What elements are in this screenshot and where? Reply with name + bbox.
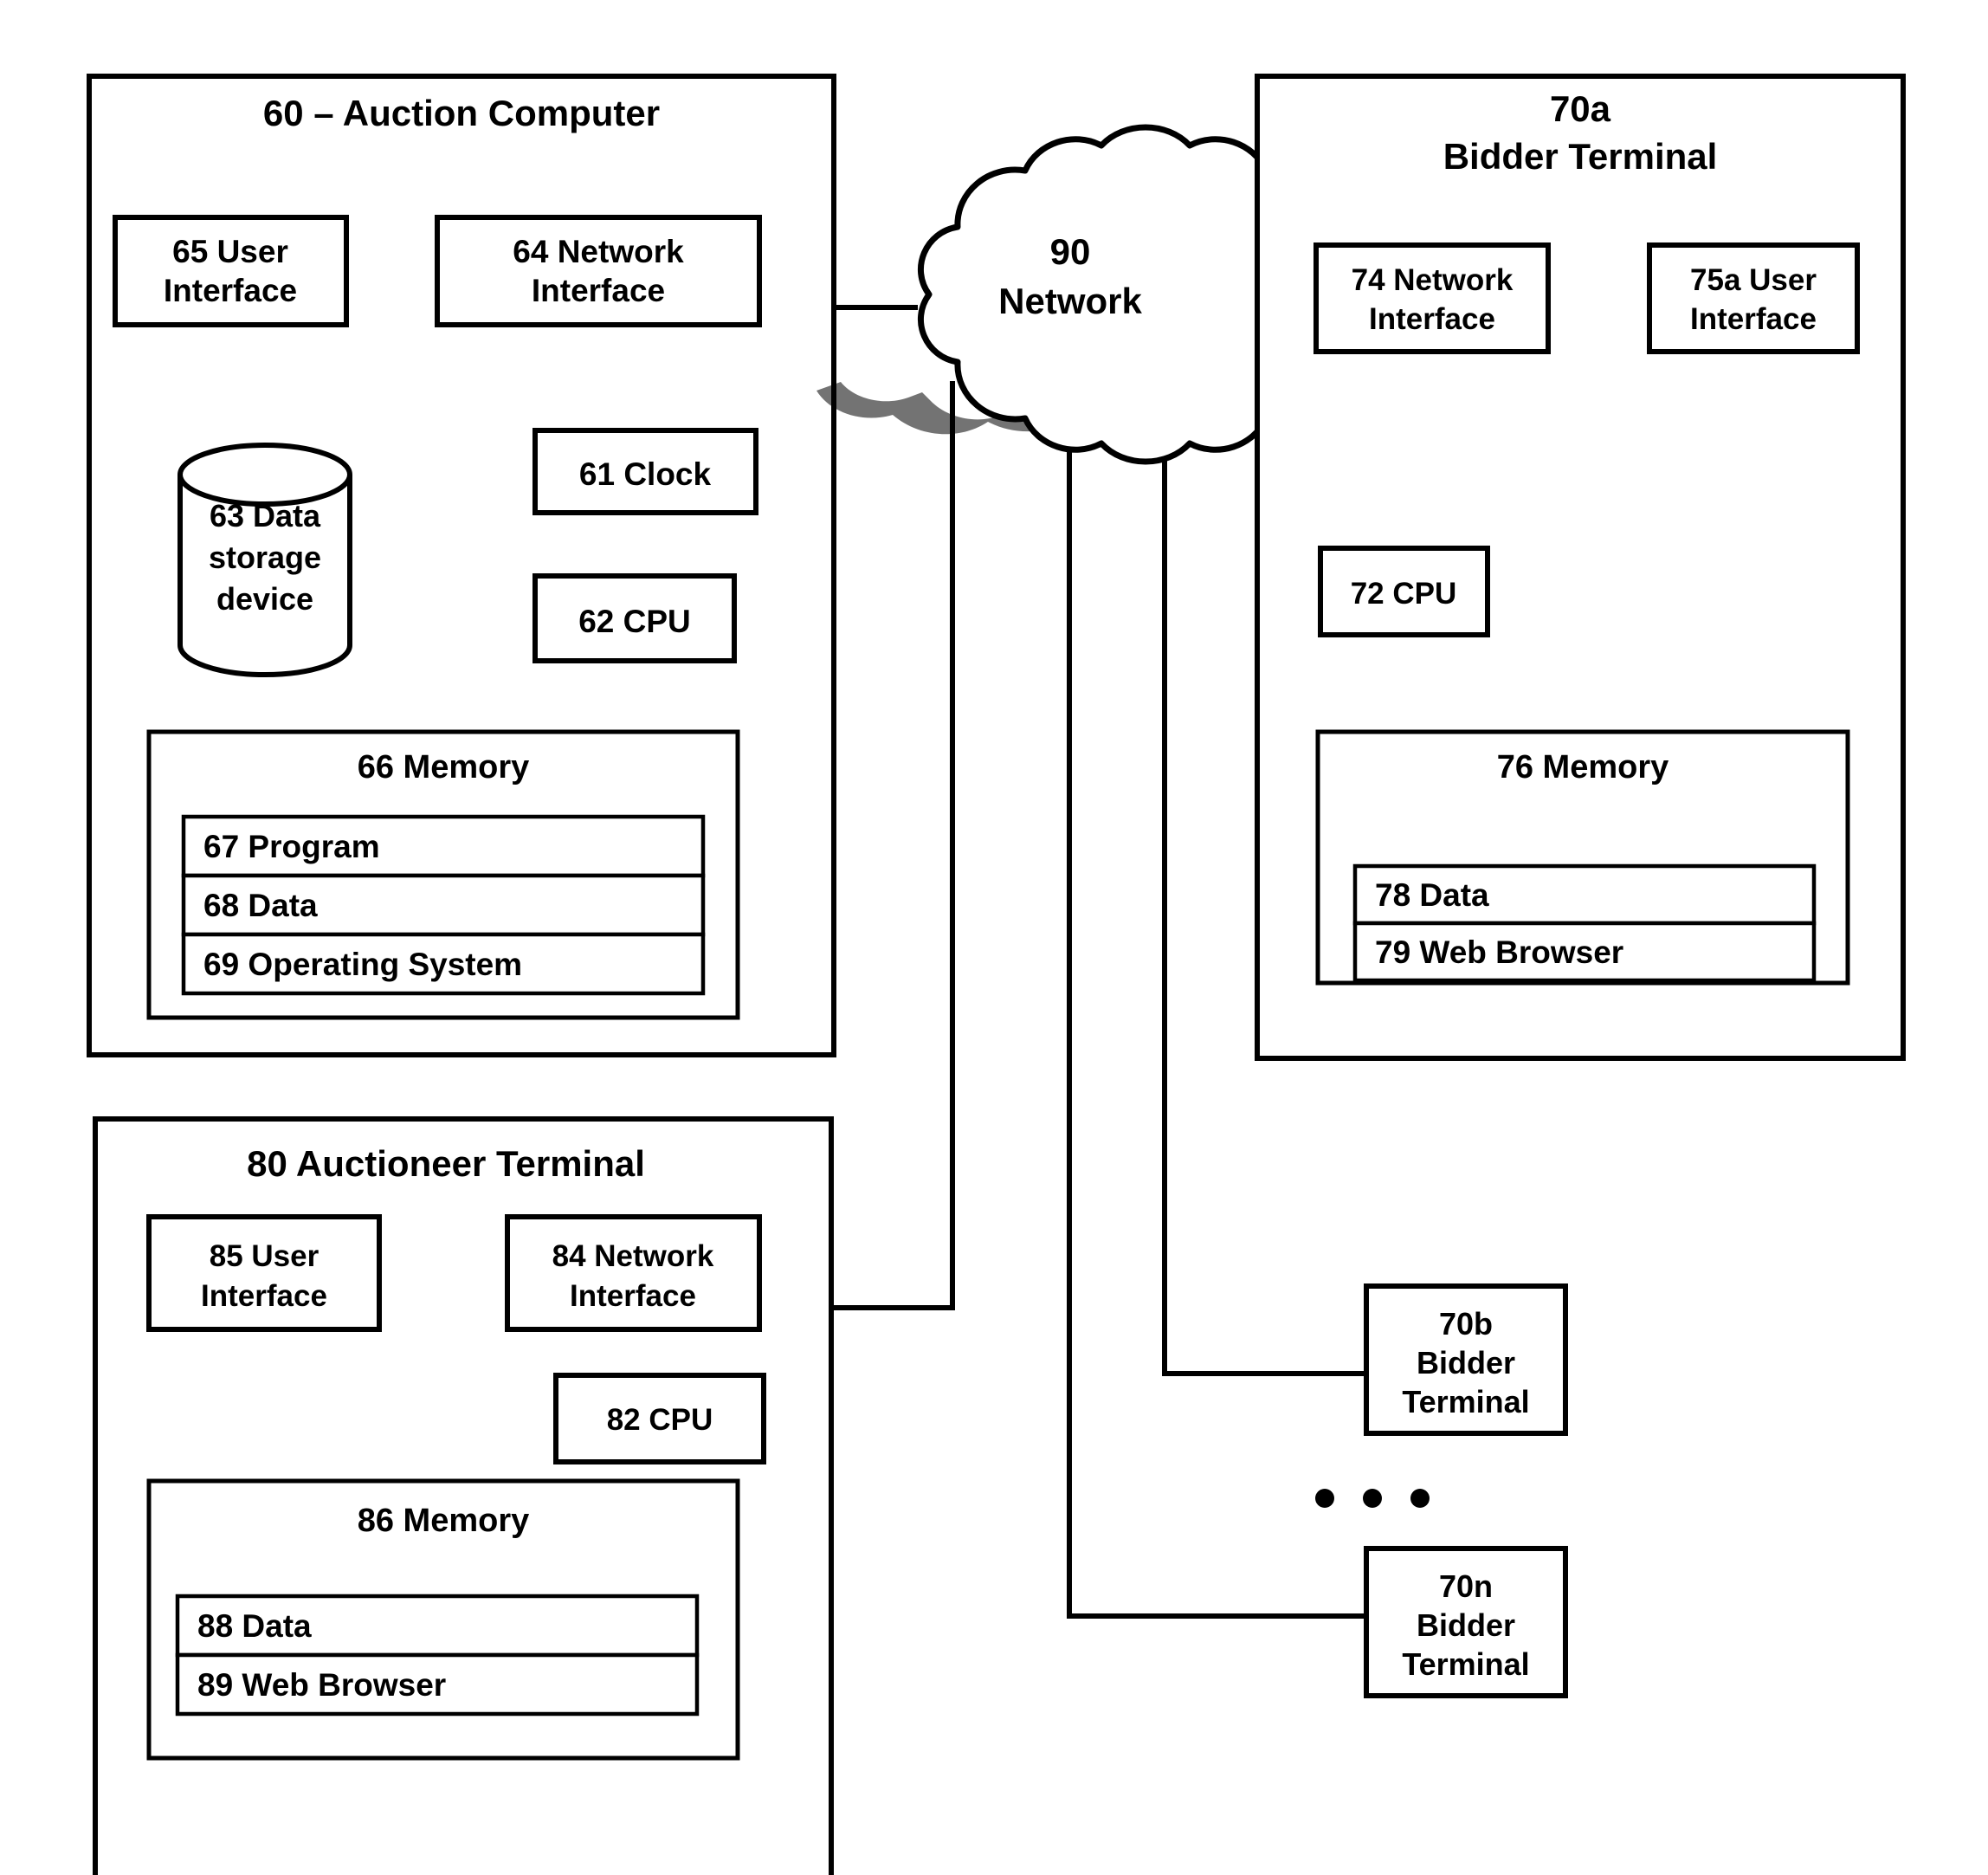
box-cpu-62-label: 62 CPU xyxy=(578,604,691,639)
box-network-interface-84[interactable]: 84 Network Interface xyxy=(505,1214,762,1332)
panel-bidder-terminal-70a: 70a Bidder Terminal 74 Network Interface… xyxy=(1255,74,1906,1061)
panel-auction-computer: 60 – Auction Computer 65 User Interface … xyxy=(87,74,836,1057)
box-bidder-terminal-70n[interactable]: 70n Bidder Terminal xyxy=(1364,1546,1568,1698)
panel-bidder-terminal-70a-title-line2: Bidder Terminal xyxy=(1443,136,1718,177)
box-memory-66-title: 66 Memory xyxy=(358,749,530,786)
ellipsis-dot-1 xyxy=(1315,1489,1334,1508)
cylinder-data-storage-63[interactable]: 63 Data storage device xyxy=(178,443,352,677)
box-cpu-72[interactable]: 72 CPU xyxy=(1318,546,1490,637)
box-user-interface-85-line2: Interface xyxy=(201,1279,327,1313)
panel-auction-computer-title: 60 – Auction Computer xyxy=(263,93,660,133)
figure-canvas: 60 – Auction Computer 65 User Interface … xyxy=(0,0,1988,1875)
box-user-interface-65-line2: Interface xyxy=(164,273,297,308)
box-bidder-terminal-70n-line1: 70n xyxy=(1439,1568,1493,1604)
memory-row-68-data-label: 68 Data xyxy=(203,888,318,923)
box-bidder-terminal-70b[interactable]: 70b Bidder Terminal xyxy=(1364,1283,1568,1436)
memory-row-89-web-browser[interactable]: 89 Web Browser xyxy=(175,1652,700,1717)
box-bidder-terminal-70b-line1: 70b xyxy=(1439,1306,1493,1342)
cloud-network-90-line2: Network xyxy=(998,281,1142,321)
box-user-interface-85-line1: 85 User xyxy=(210,1239,320,1273)
box-network-interface-74-line1: 74 Network xyxy=(1352,263,1514,297)
box-memory-86[interactable]: 86 Memory 88 Data 89 Web Browser xyxy=(146,1478,740,1761)
ellipsis-dot-3 xyxy=(1410,1489,1430,1508)
memory-row-79-web-browser[interactable]: 79 Web Browser xyxy=(1352,921,1817,983)
box-cpu-82[interactable]: 82 CPU xyxy=(553,1373,766,1464)
cylinder-data-storage-63-line2: storage xyxy=(209,540,321,575)
memory-row-69-operating-system-label: 69 Operating System xyxy=(203,947,522,982)
memory-row-67-program[interactable]: 67 Program xyxy=(181,814,706,878)
box-user-interface-75a-line2: Interface xyxy=(1690,302,1817,336)
memory-row-68-data[interactable]: 68 Data xyxy=(181,873,706,937)
box-bidder-terminal-70b-line3: Terminal xyxy=(1402,1384,1529,1419)
panel-bidder-terminal-70a-title-line1: 70a xyxy=(1550,88,1611,129)
memory-row-88-data-label: 88 Data xyxy=(197,1608,312,1644)
box-memory-76-title: 76 Memory xyxy=(1497,749,1669,786)
box-cpu-82-label: 82 CPU xyxy=(607,1403,713,1437)
box-network-interface-84-line2: Interface xyxy=(570,1279,696,1313)
box-user-interface-75a-line1: 75a User xyxy=(1690,263,1817,297)
box-user-interface-85[interactable]: 85 User Interface xyxy=(146,1214,382,1332)
cylinder-data-storage-63-line1: 63 Data xyxy=(210,498,321,533)
box-bidder-terminal-70b-line2: Bidder xyxy=(1417,1345,1515,1380)
box-network-interface-64-line2: Interface xyxy=(532,273,665,308)
box-bidder-terminal-70n-line3: Terminal xyxy=(1402,1646,1529,1682)
memory-row-79-web-browser-label: 79 Web Browser xyxy=(1375,934,1623,970)
box-cpu-62[interactable]: 62 CPU xyxy=(532,573,737,663)
memory-row-78-data-label: 78 Data xyxy=(1375,877,1489,913)
box-clock-61[interactable]: 61 Clock xyxy=(532,428,758,515)
memory-row-88-data[interactable]: 88 Data xyxy=(175,1594,700,1658)
box-memory-86-title: 86 Memory xyxy=(358,1503,530,1539)
box-network-interface-64[interactable]: 64 Network Interface xyxy=(435,215,762,327)
system-block-diagram: 60 – Auction Computer 65 User Interface … xyxy=(87,74,1906,1875)
box-memory-66[interactable]: 66 Memory 67 Program 68 Data 69 Operatin… xyxy=(146,729,740,1020)
memory-row-69-operating-system[interactable]: 69 Operating System xyxy=(181,932,706,996)
panel-auctioneer-terminal-80-title: 80 Auctioneer Terminal xyxy=(247,1143,645,1184)
box-cpu-72-label: 72 CPU xyxy=(1351,577,1457,611)
ellipsis-dot-2 xyxy=(1363,1489,1382,1508)
box-network-interface-84-line1: 84 Network xyxy=(552,1239,714,1273)
box-network-interface-64-line1: 64 Network xyxy=(513,234,684,269)
box-clock-61-label: 61 Clock xyxy=(579,456,712,492)
memory-row-67-program-label: 67 Program xyxy=(203,829,380,864)
box-network-interface-74-line2: Interface xyxy=(1369,302,1495,336)
panel-auctioneer-terminal-80: 80 Auctioneer Terminal 85 User Interface… xyxy=(93,1116,834,1875)
box-user-interface-75a[interactable]: 75a User Interface xyxy=(1647,242,1860,354)
box-bidder-terminal-70n-line2: Bidder xyxy=(1417,1607,1515,1643)
box-memory-76[interactable]: 76 Memory 78 Data 79 Web Browser xyxy=(1315,729,1850,986)
memory-row-89-web-browser-label: 89 Web Browser xyxy=(197,1667,446,1703)
box-user-interface-65[interactable]: 65 User Interface xyxy=(113,215,349,327)
cylinder-data-storage-63-line3: device xyxy=(216,581,313,617)
memory-row-78-data[interactable]: 78 Data xyxy=(1352,863,1817,926)
box-user-interface-65-line1: 65 User xyxy=(172,234,288,269)
ellipsis-more-bidder-terminals xyxy=(1315,1489,1430,1508)
box-network-interface-74[interactable]: 74 Network Interface xyxy=(1314,242,1551,354)
cloud-network-90-line1: 90 xyxy=(1050,231,1091,272)
